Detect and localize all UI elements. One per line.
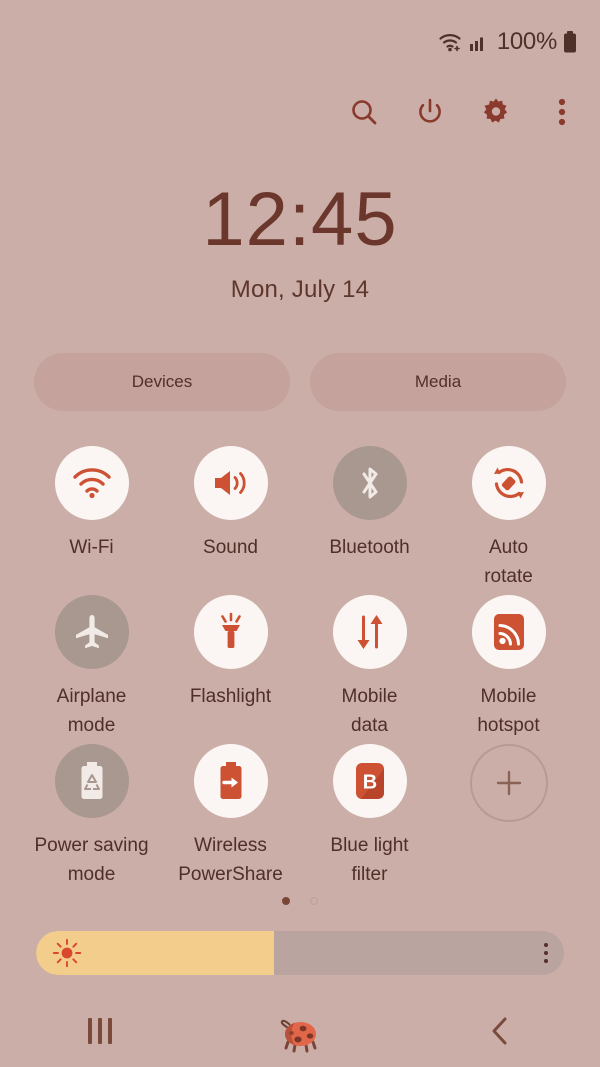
wifi-tile-icon (54, 446, 129, 520)
tile-wireless-powershare[interactable]: Wireless PowerShare (161, 744, 300, 889)
tile-flashlight[interactable]: Flashlight (161, 595, 300, 740)
tile-label: Blue light filter (330, 835, 409, 885)
wifi-icon (438, 31, 464, 53)
mobile-data-tile-icon (332, 595, 407, 669)
page-dot-2[interactable] (310, 897, 318, 905)
power-saving-tile-icon (54, 744, 129, 818)
power-icon[interactable] (410, 92, 450, 132)
airplane-tile-icon (54, 595, 129, 669)
tile-auto-rotate[interactable]: Auto rotate (439, 446, 578, 591)
power-share-tile-icon (193, 744, 268, 818)
cellular-signal-icon (469, 32, 489, 52)
gear-icon[interactable] (476, 92, 516, 132)
brightness-sun-icon (52, 938, 82, 968)
more-options-icon[interactable] (542, 92, 582, 132)
blue-light-filter-tile-icon: B (332, 744, 407, 818)
quick-panel-toolbar (344, 92, 582, 132)
tile-label: Flashlight (189, 686, 272, 707)
home-ladybug-icon[interactable] (265, 1003, 335, 1059)
tile-mobile-data[interactable]: Mobile data (300, 595, 439, 740)
page-indicator (0, 897, 600, 905)
clock-time: 12:45 (202, 177, 398, 262)
quick-settings-grid: Wi-Fi Sound Bluetooth Auto rotate Airpla… (22, 446, 578, 889)
shortcut-pill-row: Devices Media (34, 353, 566, 411)
tile-label: Auto rotate (484, 537, 533, 587)
search-icon[interactable] (344, 92, 384, 132)
page-dot-1[interactable] (282, 897, 290, 905)
sound-tile-icon (193, 446, 268, 520)
status-bar: 100% (0, 0, 600, 84)
tile-mobile-hotspot[interactable]: Mobile hotspot (439, 595, 578, 740)
navigation-bar (0, 995, 600, 1067)
brightness-slider[interactable] (36, 931, 564, 975)
tile-power-saving-mode[interactable]: Power saving mode (22, 744, 161, 889)
tile-label: Airplane mode (56, 686, 127, 736)
tile-label: Wireless PowerShare (178, 835, 283, 885)
auto-rotate-tile-icon (471, 446, 546, 520)
tile-bluetooth[interactable]: Bluetooth (300, 446, 439, 591)
bluetooth-tile-icon (332, 446, 407, 520)
add-icon (469, 744, 548, 822)
tile-label: Mobile hotspot (477, 686, 540, 736)
devices-button[interactable]: Devices (34, 353, 290, 411)
svg-text:B: B (362, 772, 376, 794)
mobile-hotspot-tile-icon (471, 595, 546, 669)
battery-full-icon (562, 30, 578, 54)
tile-label: Bluetooth (329, 537, 410, 558)
tile-add-button[interactable] (439, 744, 578, 889)
tile-label: Wi-Fi (69, 537, 114, 558)
brightness-options-icon[interactable] (544, 943, 548, 963)
tile-blue-light-filter[interactable]: B Blue light filter (300, 744, 439, 889)
flashlight-tile-icon (193, 595, 268, 669)
battery-percentage: 100% (496, 28, 557, 55)
tile-label: Power saving mode (34, 835, 149, 885)
media-button[interactable]: Media (310, 353, 566, 411)
tile-wifi[interactable]: Wi-Fi (22, 446, 161, 591)
tile-label: Sound (203, 537, 258, 558)
tile-label: Mobile data (341, 686, 398, 736)
tile-sound[interactable]: Sound (161, 446, 300, 591)
back-icon[interactable] (465, 1003, 535, 1059)
clock-block[interactable]: 12:45 Mon, July 14 (0, 182, 600, 304)
clock-date: Mon, July 14 (230, 276, 370, 303)
tile-airplane-mode[interactable]: Airplane mode (22, 595, 161, 740)
recents-icon[interactable] (65, 1003, 135, 1059)
